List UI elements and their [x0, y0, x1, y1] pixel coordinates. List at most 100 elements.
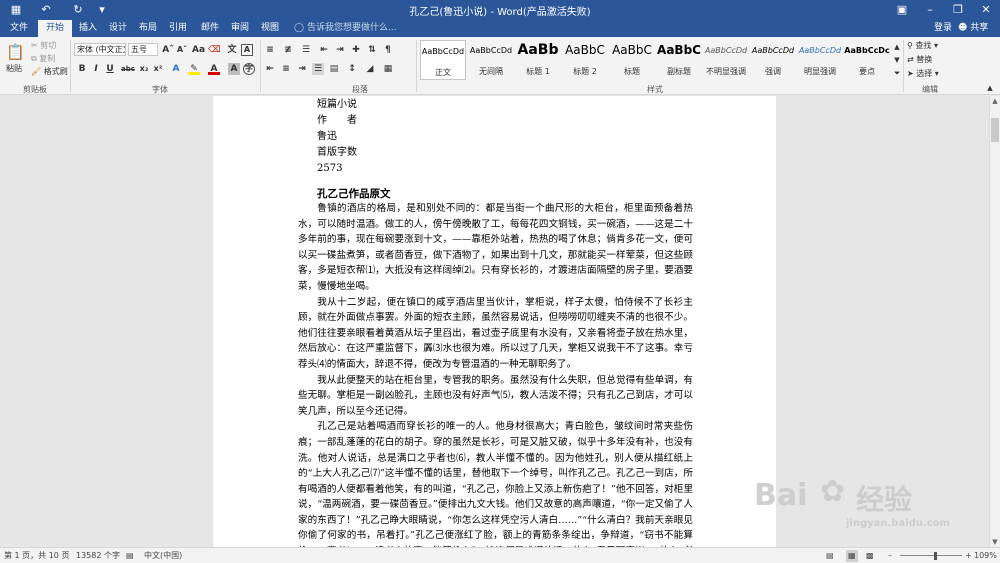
text-effects-icon[interactable]: A — [170, 63, 182, 75]
char-border-icon[interactable]: A — [241, 44, 253, 56]
style-subtitle[interactable]: AaBbC 副标题 — [656, 40, 702, 80]
style-normal[interactable]: AaBbCcDd 正文 — [420, 40, 466, 80]
close-icon[interactable]: ✕ — [972, 0, 1000, 20]
grow-font-icon[interactable]: Aˆ — [162, 44, 174, 56]
phonetic-icon[interactable]: 文 — [226, 44, 238, 56]
tab-layout[interactable]: 布局 — [134, 20, 162, 37]
proofing-icon[interactable]: ▤ — [126, 550, 134, 562]
style-title[interactable]: AaBbC 标题 — [609, 40, 655, 80]
align-left-icon[interactable]: ⇤ — [264, 63, 276, 75]
underline-icon[interactable]: U — [104, 63, 116, 75]
increase-indent-icon[interactable]: ⇥ — [334, 44, 346, 56]
tell-me-box[interactable]: ◯ 告诉我您想要做什么... — [294, 21, 397, 36]
style-heading-2[interactable]: AaBbC 标题 2 — [562, 40, 608, 80]
login-link[interactable]: 登录 — [934, 20, 952, 37]
find-button[interactable]: ⚲ 查找 ▾ — [907, 40, 938, 51]
font-name-select[interactable]: 宋体 (中文正文) — [74, 43, 126, 56]
paragraph: 我从十二岁起，便在镇口的咸亨酒店里当伙计，掌柜说，样子太傻，怕侍候不了长衫主顾，… — [298, 296, 693, 370]
scroll-thumb[interactable] — [991, 118, 999, 142]
bold-icon[interactable]: B — [76, 63, 88, 75]
align-center-icon[interactable]: ≡ — [280, 63, 292, 75]
style-strong[interactable]: AaBbCcDc 要点 — [844, 40, 890, 80]
styles-scroll-down-icon[interactable]: ▼ — [891, 54, 903, 66]
minimize-icon[interactable]: – — [916, 0, 944, 20]
style-heading-1[interactable]: AaBb 标题 1 — [515, 40, 561, 80]
maximize-icon[interactable]: ❐ — [944, 0, 972, 20]
ribbon: 📋 粘贴 ✂ 剪切 ⧉ 复制 🖌 格式刷 剪贴板 宋体 (中文正文) 五号 Aˆ… — [0, 37, 1000, 95]
watermark-url: jingyan.baidu.com — [846, 518, 950, 529]
meta-line: 作 者 — [317, 115, 357, 126]
print-layout-icon[interactable]: ▦ — [846, 550, 858, 562]
tab-view[interactable]: 视图 — [256, 20, 284, 37]
enclose-char-icon[interactable]: 字 — [243, 63, 255, 75]
share-button[interactable]: ☻ 共享 — [958, 20, 988, 37]
zoom-out-icon[interactable]: – — [888, 550, 892, 562]
replace-button[interactable]: ⇄ 替换 — [907, 54, 932, 65]
ribbon-display-icon[interactable]: ▣ — [888, 0, 916, 20]
clipboard-label: 剪贴板 — [23, 85, 47, 94]
scroll-down-icon[interactable]: ▼ — [990, 537, 1000, 547]
styles-scroll-up-icon[interactable]: ▲ — [891, 41, 903, 53]
language-status[interactable]: 中文(中国) — [144, 550, 182, 562]
subscript-icon[interactable]: x₂ — [138, 63, 150, 75]
web-layout-icon[interactable]: ▩ — [866, 550, 874, 562]
strikethrough-icon[interactable]: abc — [120, 63, 136, 75]
change-case-icon[interactable]: Aa — [192, 44, 205, 56]
shading-icon[interactable]: ◢ — [364, 63, 376, 75]
collapse-ribbon-icon[interactable]: ▲ — [984, 82, 996, 94]
tab-references[interactable]: 引用 — [164, 20, 192, 37]
document-page[interactable]: 短篇小说 作 者 鲁迅 首版字数 2573 孔乙己作品原文 鲁镇的酒店的格局，是… — [213, 96, 776, 547]
meta-line: 2573 — [317, 163, 343, 174]
cut-button[interactable]: ✂ 剪切 — [31, 40, 56, 51]
shrink-font-icon[interactable]: Aˇ — [176, 44, 188, 56]
page-count[interactable]: 第 1 页，共 10 页 — [4, 550, 69, 562]
numbering-icon[interactable]: ≢ — [282, 44, 294, 56]
scroll-up-icon[interactable]: ▲ — [990, 96, 1000, 106]
read-mode-icon[interactable]: ▤ — [826, 550, 834, 562]
superscript-icon[interactable]: x² — [152, 63, 164, 75]
line-spacing-icon[interactable]: ↕ — [346, 63, 358, 75]
char-shading-icon[interactable]: A — [228, 63, 240, 75]
word-count[interactable]: 13582 个字 — [76, 550, 120, 562]
copy-button[interactable]: ⧉ 复制 — [31, 53, 55, 64]
paste-button[interactable]: 粘贴 — [6, 63, 22, 74]
decrease-indent-icon[interactable]: ⇤ — [318, 44, 330, 56]
style-no-spacing[interactable]: AaBbCcDd 无间隔 — [468, 40, 514, 80]
paste-icon[interactable]: 📋 — [6, 43, 25, 61]
format-painter-button[interactable]: 🖌 格式刷 — [31, 66, 68, 77]
tab-file[interactable]: 文件 — [4, 20, 34, 37]
clear-format-icon[interactable]: ⌫ — [208, 44, 221, 56]
sort-icon[interactable]: ⇅ — [366, 44, 378, 56]
styles-more-icon[interactable]: ⏷ — [891, 67, 903, 79]
align-right-icon[interactable]: ⇥ — [296, 63, 308, 75]
show-marks-icon[interactable]: ¶ — [382, 44, 394, 56]
zoom-in-icon[interactable]: + — [965, 550, 972, 562]
zoom-slider-thumb[interactable] — [934, 552, 937, 560]
vertical-scrollbar[interactable]: ▲ ▼ — [989, 96, 1000, 547]
borders-icon[interactable]: ▦ — [382, 63, 394, 75]
tab-home[interactable]: 开始 — [38, 20, 72, 37]
italic-icon[interactable]: I — [90, 63, 102, 75]
font-size-select[interactable]: 五号 — [128, 43, 158, 56]
chinese-layout-icon[interactable]: ✚ — [350, 44, 362, 56]
tab-review[interactable]: 审阅 — [226, 20, 254, 37]
select-button[interactable]: ➤ 选择 ▾ — [907, 68, 939, 79]
zoom-slider[interactable] — [900, 555, 962, 556]
style-subtle-emphasis[interactable]: AaBbCcDd 不明显强调 — [703, 40, 749, 80]
highlight-icon[interactable]: ✎ — [188, 63, 200, 75]
tab-insert[interactable]: 插入 — [74, 20, 102, 37]
tab-mailings[interactable]: 邮件 — [196, 20, 224, 37]
group-divider — [70, 40, 71, 92]
multilevel-list-icon[interactable]: ☰ — [300, 44, 312, 56]
justify-icon[interactable]: ☰ — [312, 63, 324, 75]
font-color-icon[interactable]: A — [208, 63, 220, 75]
tab-design[interactable]: 设计 — [104, 20, 132, 37]
zoom-level[interactable]: 109% — [974, 550, 997, 562]
meta-line: 鲁迅 — [317, 131, 337, 142]
distributed-icon[interactable]: ▤ — [328, 63, 340, 75]
bullets-icon[interactable]: ≡ — [264, 44, 276, 56]
group-divider — [903, 40, 904, 92]
style-intense-emphasis[interactable]: AaBbCcDd 明显强调 — [797, 40, 843, 80]
document-heading: 孔乙己作品原文 — [317, 188, 391, 200]
style-emphasis[interactable]: AaBbCcDd 强调 — [750, 40, 796, 80]
